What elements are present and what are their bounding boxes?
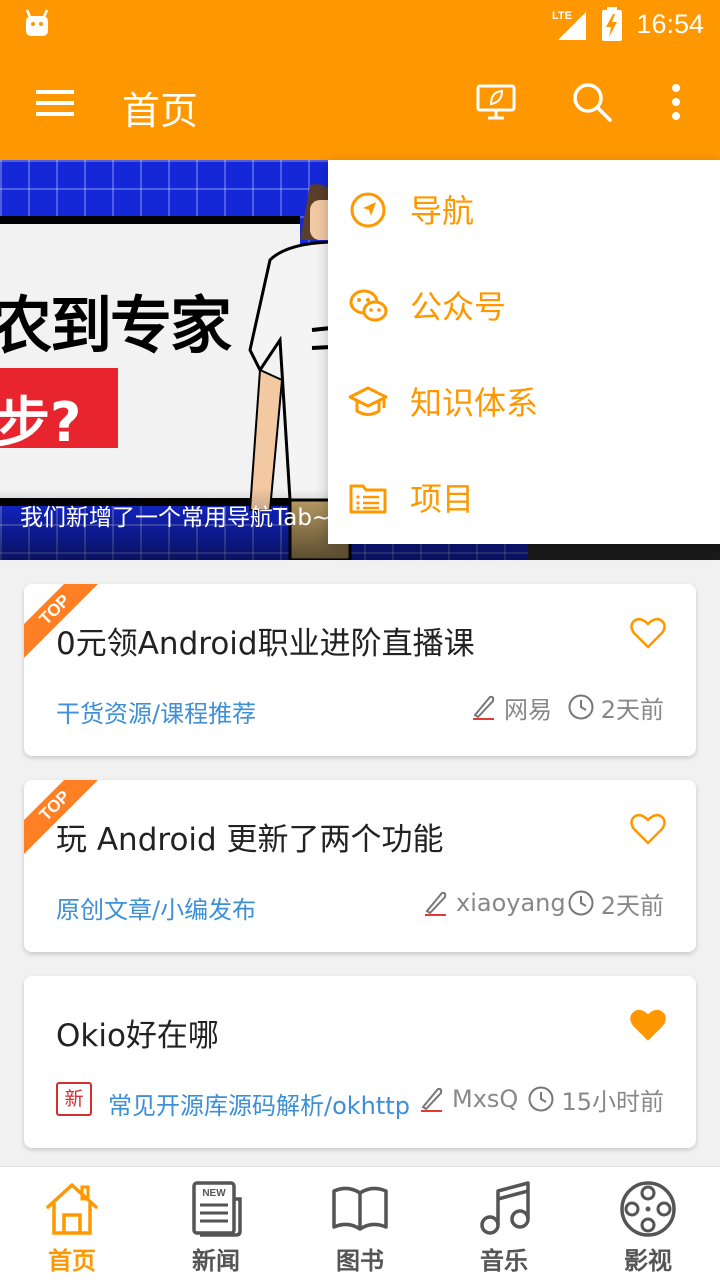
article-category-link[interactable]: 干货资源/课程推荐 [56, 694, 256, 729]
folder-list-icon [349, 484, 387, 514]
overflow-popup-menu: 导航 公众号 知识体系 项目 [328, 160, 720, 544]
article-author: xiaoyang [422, 886, 566, 920]
article-author: 网易 [470, 690, 552, 724]
graduation-cap-icon [348, 386, 388, 416]
popup-item-label: 导航 [410, 192, 475, 230]
nav-item-news[interactable]: NEW 新闻 [144, 1167, 288, 1280]
monitor-icon[interactable] [474, 80, 518, 124]
nav-item-books[interactable]: 图书 [288, 1167, 432, 1280]
pen-icon [425, 891, 447, 916]
search-icon[interactable] [570, 80, 614, 124]
bottom-navigation: 首页 NEW 新闻 图书 音乐 影视 [0, 1166, 720, 1280]
heart-outline-icon[interactable] [630, 812, 666, 846]
article-time: 15小时前 [527, 1082, 664, 1116]
music-icon [480, 1181, 530, 1235]
article-category-link[interactable]: 常见开源库源码解析/okhttp [108, 1086, 410, 1121]
popup-item-label: 知识体系 [410, 384, 539, 422]
page-title: 首页 [122, 89, 199, 133]
nav-item-music[interactable]: 音乐 [432, 1167, 576, 1280]
battery-charging-icon [602, 7, 623, 41]
article-time-text: 2天前 [600, 891, 664, 920]
banner-subheadline: 几步? [0, 391, 82, 454]
android-notification-icon [25, 9, 49, 36]
news-icon: NEW [192, 1181, 242, 1237]
film-reel-icon [620, 1181, 676, 1237]
news-badge: NEW [202, 1188, 226, 1199]
article-card[interactable]: Okio好在哪 新 常见开源库源码解析/okhttp MxsQ 15小时前 [24, 976, 696, 1148]
home-icon [46, 1183, 98, 1235]
clock-icon [528, 1086, 554, 1112]
article-time-text: 15小时前 [561, 1087, 664, 1116]
network-type: LTE [552, 10, 572, 22]
toolbar: 首页 [0, 50, 720, 160]
nav-label: 图书 [336, 1247, 384, 1275]
pen-icon [473, 695, 495, 720]
book-icon [332, 1186, 388, 1231]
clock-icon [568, 694, 594, 720]
nav-item-home[interactable]: 首页 [0, 1167, 144, 1280]
article-author: MxsQ [418, 1082, 518, 1116]
article-author-name: 网易 [504, 695, 552, 724]
article-title: 0元领Android职业进阶直播课 [56, 626, 475, 662]
navigation-icon [350, 192, 386, 228]
popup-item-label: 项目 [410, 480, 475, 518]
heart-filled-icon[interactable] [630, 1008, 666, 1042]
popup-item-wechat-accounts[interactable]: 公众号 [328, 256, 720, 352]
article-card[interactable]: TOP 0元领Android职业进阶直播课 干货资源/课程推荐 网易 2天前 [24, 584, 696, 756]
nav-label: 音乐 [480, 1247, 528, 1275]
clock-icon [568, 890, 594, 916]
nav-label: 新闻 [192, 1247, 240, 1275]
article-title: Okio好在哪 [56, 1018, 219, 1054]
nav-item-movies[interactable]: 影视 [576, 1167, 720, 1280]
nav-label: 首页 [48, 1247, 96, 1275]
article-author-name: xiaoyang [456, 889, 566, 917]
article-time-text: 2天前 [600, 695, 664, 724]
popup-item-projects[interactable]: 项目 [328, 448, 720, 544]
banner-headline: 码农到专家 [0, 289, 232, 362]
article-card[interactable]: TOP 玩 Android 更新了两个功能 原创文章/小编发布 xiaoyang… [24, 780, 696, 952]
more-options-icon[interactable] [654, 80, 698, 124]
signal-icon: LTE [552, 10, 587, 40]
popup-item-navigation[interactable]: 导航 [328, 160, 720, 256]
status-indicators: LTE 16:54 [550, 6, 704, 42]
status-bar: LTE 16:54 [0, 0, 720, 50]
article-category-link[interactable]: 原创文章/小编发布 [56, 890, 256, 925]
article-time: 2天前 [567, 690, 664, 724]
article-title: 玩 Android 更新了两个功能 [56, 822, 444, 858]
pen-icon [421, 1087, 443, 1112]
hamburger-menu-icon[interactable] [36, 86, 76, 120]
article-author-name: MxsQ [452, 1085, 519, 1113]
new-tag: 新 [56, 1082, 92, 1116]
status-time: 16:54 [636, 8, 704, 39]
popup-item-label: 公众号 [410, 288, 507, 326]
wechat-icon [349, 289, 388, 322]
nav-label: 影视 [624, 1247, 672, 1275]
heart-outline-icon[interactable] [630, 616, 666, 650]
popup-item-knowledge-system[interactable]: 知识体系 [328, 352, 720, 448]
app-bar: LTE 16:54 首页 [0, 0, 720, 160]
article-time: 2天前 [567, 886, 664, 920]
